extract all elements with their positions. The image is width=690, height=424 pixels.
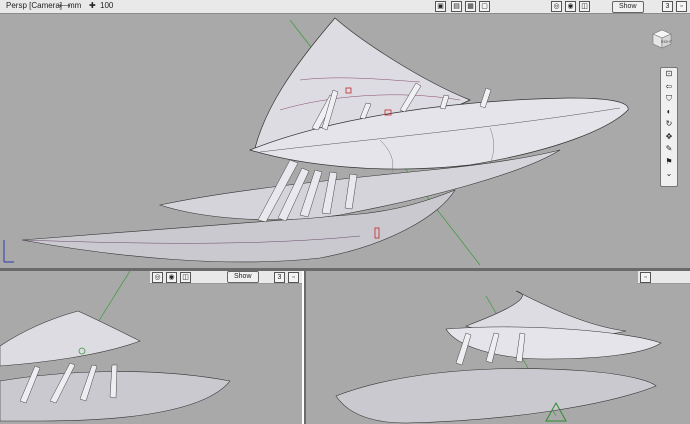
move-icon[interactable]: ✥ xyxy=(661,131,677,144)
frame-icon[interactable]: ⊡ xyxy=(661,68,677,81)
scale-value: 100 xyxy=(100,1,114,10)
layout-icon[interactable]: ▤ xyxy=(451,1,462,12)
arrow-left-icon[interactable]: ⇦ xyxy=(661,81,677,94)
navigation-cube[interactable]: RIGHT xyxy=(651,28,673,50)
left-viewport[interactable]: ◎ ◉ ◫ Show 3 ▫ xyxy=(0,271,304,424)
zoom-icon[interactable]: ◎ xyxy=(152,272,163,283)
lower-hull-surface xyxy=(335,368,657,424)
view-icon[interactable]: ◫ xyxy=(180,272,191,283)
view-number-button[interactable]: 3 xyxy=(274,272,285,283)
target-icon[interactable]: ◉ xyxy=(166,272,177,283)
maximize-icon[interactable]: ▫ xyxy=(640,272,651,283)
navcube-label: RIGHT xyxy=(661,40,673,44)
right-scene-canvas[interactable] xyxy=(306,271,690,424)
left-scene-canvas[interactable] xyxy=(0,271,302,424)
view-number-button[interactable]: 3 xyxy=(662,1,673,12)
pen-icon[interactable]: ✎ xyxy=(661,143,677,156)
frame-icon[interactable]: ▢ xyxy=(479,1,490,12)
shield-icon[interactable]: ⛉ xyxy=(661,93,677,106)
maximize-icon[interactable]: ▫ xyxy=(288,272,299,283)
view-icon[interactable]: ◫ xyxy=(579,1,590,12)
main-viewport-header: Persp [Camera] ⟷ mm ✚ 100 ▣ ▤ ▦ ▢ ◎ ◉ ◫ … xyxy=(0,0,690,14)
chevron-down-icon[interactable]: ⌄ xyxy=(661,168,677,181)
camera-icon[interactable]: ▣ xyxy=(435,1,446,12)
main-viewport[interactable]: Persp [Camera] ⟷ mm ✚ 100 ▣ ▤ ▦ ▢ ◎ ◉ ◫ … xyxy=(0,0,690,268)
show-button[interactable]: Show xyxy=(612,1,644,13)
left-viewport-header: ◎ ◉ ◫ Show 3 ▫ xyxy=(150,271,302,284)
hull-shell-surface xyxy=(445,326,662,360)
camera-label[interactable]: Persp [Camera] xyxy=(6,1,62,10)
rotate-icon[interactable]: ↻ xyxy=(661,118,677,131)
maximize-icon[interactable]: ▫ xyxy=(676,1,687,12)
scale-icon: ✚ xyxy=(89,1,96,10)
orbit-icon[interactable]: ◐ xyxy=(661,106,677,119)
view-toolbar: ⊡ ⇦ ⛉ ◐ ↻ ✥ ✎ ⚑ ⌄ xyxy=(660,67,678,187)
show-button[interactable]: Show xyxy=(227,271,259,283)
upper-sail-surface xyxy=(0,310,141,367)
bookmark-icon[interactable]: ⚑ xyxy=(661,156,677,169)
render-icon[interactable]: ▦ xyxy=(465,1,476,12)
right-viewport[interactable]: ▫ xyxy=(306,271,690,424)
units-label: mm xyxy=(68,1,82,10)
zoom-icon[interactable]: ◎ xyxy=(551,1,562,12)
right-viewport-header: ▫ xyxy=(638,271,690,284)
target-icon[interactable]: ◉ xyxy=(565,1,576,12)
main-scene-canvas[interactable] xyxy=(0,0,690,268)
